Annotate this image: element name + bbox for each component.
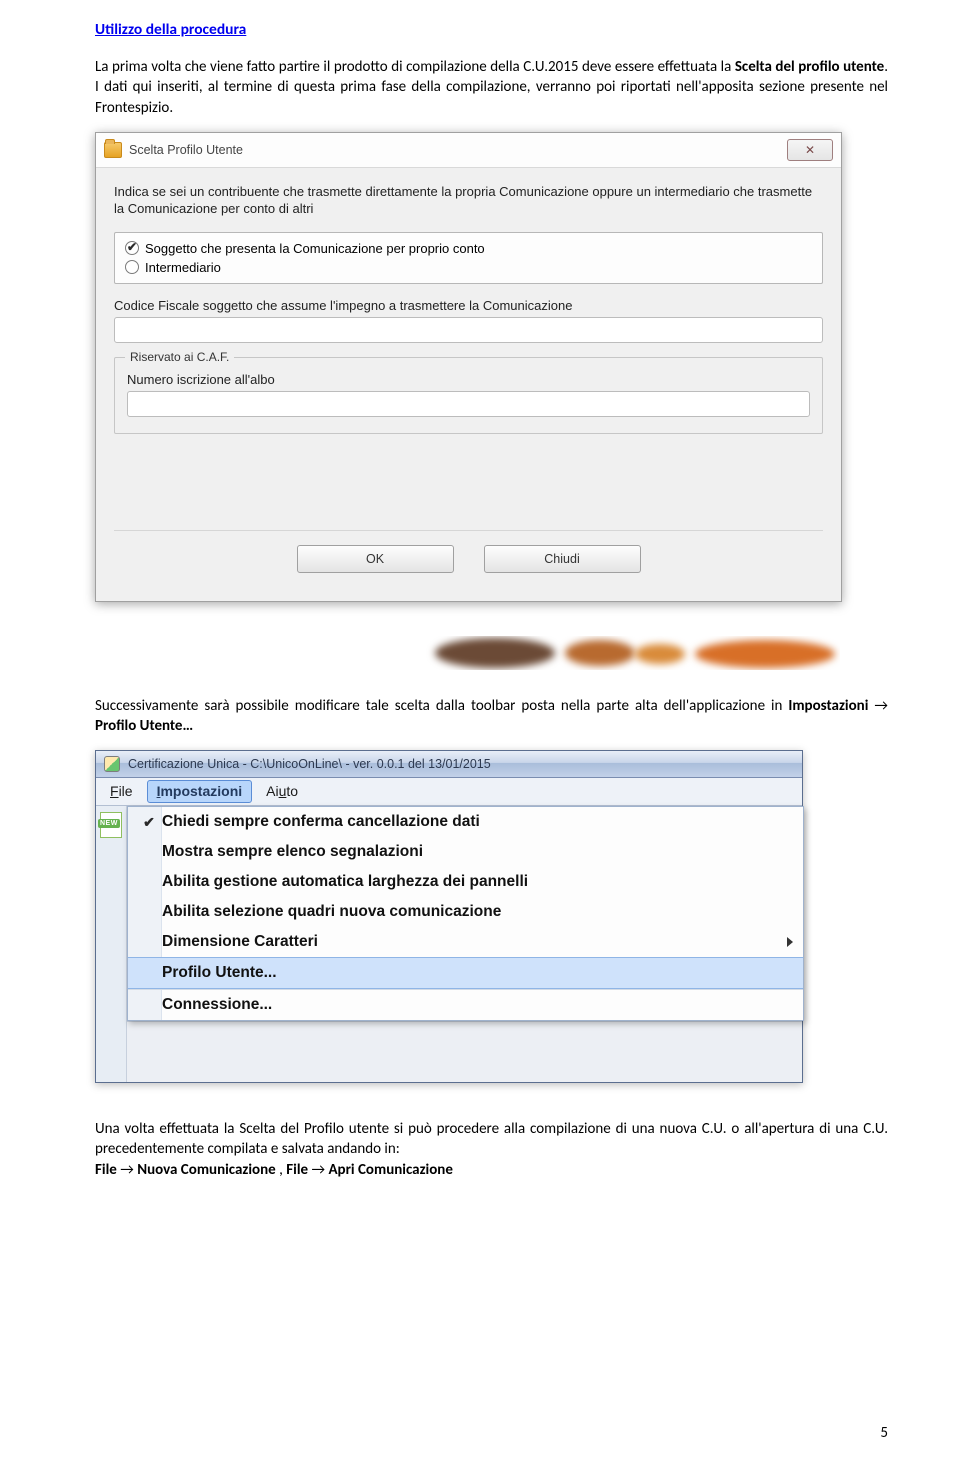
new-document-icon[interactable] — [100, 812, 122, 838]
intro-bold: Scelta del profilo utente — [735, 58, 884, 76]
submenu-arrow-icon — [787, 937, 793, 947]
menubar: File Impostazioni Aiuto — [96, 778, 802, 806]
radio-label-intermediario: Intermediario — [145, 260, 221, 275]
dd-selezione-quadri[interactable]: Abilita selezione quadri nuova comunicaz… — [128, 897, 803, 927]
p3-nuova: Nuova Comunicazione — [137, 1161, 279, 1179]
menu-imp-text: mpostazioni — [160, 783, 242, 799]
dd-elenco-segnalazioni[interactable]: Mostra sempre elenco segnalazioni — [128, 837, 803, 867]
p2-text: Successivamente sarà possibile modificar… — [95, 697, 788, 715]
intro-paragraph: La prima volta che viene fatto partire i… — [95, 57, 888, 118]
chiudi-button[interactable]: Chiudi — [484, 545, 641, 573]
dd-label: Abilita gestione automatica larghezza de… — [162, 873, 528, 891]
dialog-scelta-profilo: Scelta Profilo Utente ✕ Indica se sei un… — [95, 132, 842, 602]
dd-label: Abilita selezione quadri nuova comunicaz… — [162, 903, 501, 921]
p3-text: Una volta effettuata la Scelta del Profi… — [95, 1120, 888, 1158]
radio-group-profilo: ✔ Soggetto che presenta la Comunicazione… — [114, 232, 823, 284]
page-number: 5 — [880, 1424, 888, 1442]
dd-connessione[interactable]: Connessione... — [128, 989, 803, 1020]
dd-label: Connessione... — [162, 996, 272, 1014]
ok-button[interactable]: OK — [297, 545, 454, 573]
dd-label: Profilo Utente... — [162, 964, 277, 982]
close-icon: ✕ — [805, 143, 815, 157]
app-title: Certificazione Unica - C:\UnicoOnLine\ -… — [128, 757, 491, 771]
dialog-title: Scelta Profilo Utente — [129, 143, 243, 157]
dd-label: Chiedi sempre conferma cancellazione dat… — [162, 813, 480, 831]
intro-text-a: La prima volta che viene fatto partire i… — [95, 58, 735, 76]
section-title: Utilizzo della procedura — [95, 20, 888, 39]
app-titlebar: Certificazione Unica - C:\UnicoOnLine\ -… — [96, 751, 802, 778]
p3-apri: Apri Comunicazione — [328, 1161, 452, 1179]
p3-file-1: File — [95, 1161, 117, 1179]
folder-icon — [104, 142, 122, 158]
app-window-certificazione: Certificazione Unica - C:\UnicoOnLine\ -… — [95, 750, 803, 1083]
dialog-instructions: Indica se sei un contribuente che trasme… — [114, 184, 823, 218]
radio-intermediario[interactable]: Intermediario — [125, 258, 812, 277]
fieldset-caf: Riservato ai C.A.F. Numero iscrizione al… — [114, 357, 823, 434]
menu-aiuto-text: to — [286, 783, 298, 799]
arrow-icon: → — [308, 1161, 328, 1179]
menu-file-text: ile — [119, 783, 133, 799]
app-icon — [104, 756, 120, 772]
cf-input[interactable] — [114, 317, 823, 343]
p2-impostazioni: Impostazioni — [788, 697, 868, 715]
cf-label: Codice Fiscale soggetto che assume l'imp… — [114, 298, 823, 313]
menu-aiuto[interactable]: Aiuto — [256, 780, 308, 803]
dropdown-impostazioni: ✔ Chiedi sempre conferma cancellazione d… — [127, 806, 804, 1021]
p2-profilo-utente: Profilo Utente… — [95, 717, 193, 735]
dd-dimensione-caratteri[interactable]: Dimensione Caratteri — [128, 927, 803, 957]
radio-icon — [125, 260, 139, 274]
arrow-icon: → — [868, 697, 888, 715]
dd-larghezza-pannelli[interactable]: Abilita gestione automatica larghezza de… — [128, 867, 803, 897]
dialog-titlebar: Scelta Profilo Utente ✕ — [96, 133, 841, 168]
radio-icon: ✔ — [125, 241, 139, 255]
radio-soggetto[interactable]: ✔ Soggetto che presenta la Comunicazione… — [125, 239, 812, 258]
fieldset-legend: Riservato ai C.A.F. — [125, 350, 234, 364]
paragraph-3: Una volta effettuata la Scelta del Profi… — [95, 1119, 888, 1180]
dd-label: Dimensione Caratteri — [162, 933, 318, 951]
albo-input[interactable] — [127, 391, 810, 417]
close-button[interactable]: ✕ — [787, 139, 833, 161]
dd-chiedi-conferma[interactable]: ✔ Chiedi sempre conferma cancellazione d… — [128, 807, 803, 837]
menu-file[interactable]: File — [100, 780, 143, 803]
dd-label: Mostra sempre elenco segnalazioni — [162, 843, 423, 861]
check-icon: ✔ — [136, 814, 162, 831]
p3-file-2: File — [286, 1161, 308, 1179]
left-toolbar — [96, 806, 127, 1082]
albo-label: Numero iscrizione all'albo — [127, 372, 810, 387]
dd-profilo-utente[interactable]: Profilo Utente... — [128, 957, 803, 989]
decorative-blur — [95, 636, 840, 670]
menu-impostazioni[interactable]: Impostazioni — [147, 780, 253, 803]
arrow-icon: → — [117, 1161, 137, 1179]
radio-label-soggetto: Soggetto che presenta la Comunicazione p… — [145, 241, 485, 256]
paragraph-2: Successivamente sarà possibile modificar… — [95, 696, 888, 737]
